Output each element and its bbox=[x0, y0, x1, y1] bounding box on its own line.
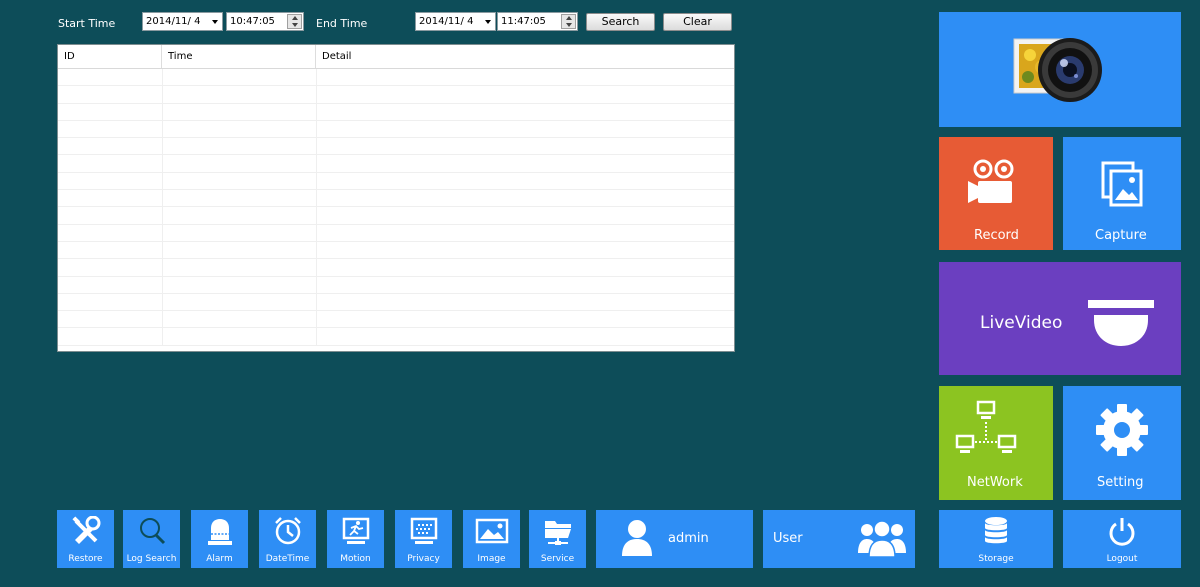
table-row bbox=[58, 69, 734, 87]
storage-button[interactable]: Storage bbox=[939, 510, 1053, 568]
user-label: User bbox=[773, 531, 803, 546]
setting-label: Setting bbox=[1097, 475, 1144, 490]
database-icon bbox=[985, 517, 1007, 544]
table-row bbox=[58, 86, 734, 104]
datetime-button[interactable]: DateTime bbox=[259, 510, 316, 568]
alarm-label: Alarm bbox=[206, 554, 233, 564]
column-header-time[interactable]: Time bbox=[162, 45, 316, 68]
image-button[interactable]: Image bbox=[463, 510, 520, 568]
tools-icon bbox=[71, 516, 100, 544]
logout-button[interactable]: Logout bbox=[1063, 510, 1181, 568]
start-time-spinner[interactable]: 10:47:05 bbox=[226, 12, 304, 31]
privacy-mask-icon bbox=[410, 517, 437, 544]
alarm-button[interactable]: Alarm bbox=[191, 510, 248, 568]
privacy-label: Privacy bbox=[407, 554, 440, 564]
table-row bbox=[58, 293, 734, 312]
start-time-value: 10:47:05 bbox=[230, 16, 275, 27]
log-search-button[interactable]: Log Search bbox=[123, 510, 180, 568]
logout-label: Logout bbox=[1106, 554, 1138, 564]
spinner-icon[interactable] bbox=[287, 14, 302, 29]
image-icon bbox=[475, 518, 508, 544]
camera-tile[interactable] bbox=[939, 12, 1181, 127]
privacy-button[interactable]: Privacy bbox=[395, 510, 452, 568]
table-row bbox=[58, 276, 734, 294]
datetime-label: DateTime bbox=[265, 554, 310, 564]
gear-icon bbox=[1096, 404, 1148, 456]
table-row bbox=[58, 172, 734, 191]
setting-tile[interactable]: Setting bbox=[1063, 386, 1181, 500]
motion-icon bbox=[342, 517, 369, 544]
table-body bbox=[58, 69, 734, 351]
table-row bbox=[58, 311, 734, 329]
table-row bbox=[58, 224, 734, 242]
table-row bbox=[58, 207, 734, 225]
table-row bbox=[58, 155, 734, 173]
restore-button[interactable]: Restore bbox=[57, 510, 114, 568]
chevron-down-icon bbox=[485, 20, 491, 24]
table-row bbox=[58, 259, 734, 277]
video-camera-icon bbox=[968, 159, 1014, 203]
end-time-label: End Time bbox=[316, 17, 368, 30]
start-time-label: Start Time bbox=[58, 17, 116, 30]
capture-tile[interactable]: Capture bbox=[1063, 137, 1181, 250]
record-tile[interactable]: Record bbox=[939, 137, 1053, 250]
spinner-icon[interactable] bbox=[561, 14, 576, 29]
folder-network-icon bbox=[544, 521, 571, 545]
service-button[interactable]: Service bbox=[529, 510, 586, 568]
service-label: Service bbox=[540, 554, 575, 564]
alarm-clock-icon bbox=[274, 517, 301, 545]
power-icon bbox=[1109, 518, 1135, 546]
clear-button[interactable]: Clear bbox=[663, 13, 732, 31]
end-date-dropdown[interactable]: 2014/11/ 4 bbox=[415, 12, 496, 31]
chevron-down-icon bbox=[212, 20, 218, 24]
log-search-label: Log Search bbox=[126, 554, 177, 564]
search-icon bbox=[139, 518, 165, 545]
end-time-value: 11:47:05 bbox=[501, 16, 546, 27]
motion-label: Motion bbox=[340, 554, 371, 564]
table-row bbox=[58, 241, 734, 260]
table-row bbox=[58, 328, 734, 346]
network-tile[interactable]: NetWork bbox=[939, 386, 1053, 500]
column-header-detail[interactable]: Detail bbox=[316, 45, 734, 68]
table-row bbox=[58, 103, 734, 121]
start-date-dropdown[interactable]: 2014/11/ 4 bbox=[142, 12, 223, 31]
record-label: Record bbox=[974, 228, 1019, 243]
start-date-value: 2014/11/ 4 bbox=[146, 16, 201, 27]
restore-label: Restore bbox=[68, 554, 103, 564]
log-table[interactable]: ID Time Detail bbox=[57, 44, 735, 352]
storage-label: Storage bbox=[978, 554, 1014, 564]
dome-camera-icon bbox=[1088, 300, 1154, 346]
end-time-spinner[interactable]: 11:47:05 bbox=[497, 12, 578, 31]
camera-photo-icon bbox=[1013, 38, 1102, 102]
image-label: Image bbox=[477, 554, 506, 564]
admin-user-button[interactable]: admin bbox=[596, 510, 753, 568]
network-icon bbox=[955, 400, 1017, 453]
livevideo-label: LiveVideo bbox=[980, 313, 1063, 333]
gallery-icon bbox=[1101, 161, 1143, 207]
admin-name: admin bbox=[668, 531, 709, 546]
end-date-value: 2014/11/ 4 bbox=[419, 16, 474, 27]
table-row bbox=[58, 138, 734, 156]
table-row bbox=[58, 120, 734, 139]
column-header-id[interactable]: ID bbox=[58, 45, 162, 68]
table-row bbox=[58, 190, 734, 208]
alarm-light-icon bbox=[207, 519, 232, 545]
search-button[interactable]: Search bbox=[586, 13, 655, 31]
network-label: NetWork bbox=[967, 475, 1023, 490]
capture-label: Capture bbox=[1095, 228, 1147, 243]
user-icon bbox=[622, 520, 652, 556]
users-group-icon bbox=[858, 520, 906, 558]
motion-button[interactable]: Motion bbox=[327, 510, 384, 568]
table-header: ID Time Detail bbox=[58, 45, 734, 69]
livevideo-tile[interactable]: LiveVideo bbox=[939, 262, 1181, 375]
user-management-button[interactable]: User bbox=[763, 510, 915, 568]
